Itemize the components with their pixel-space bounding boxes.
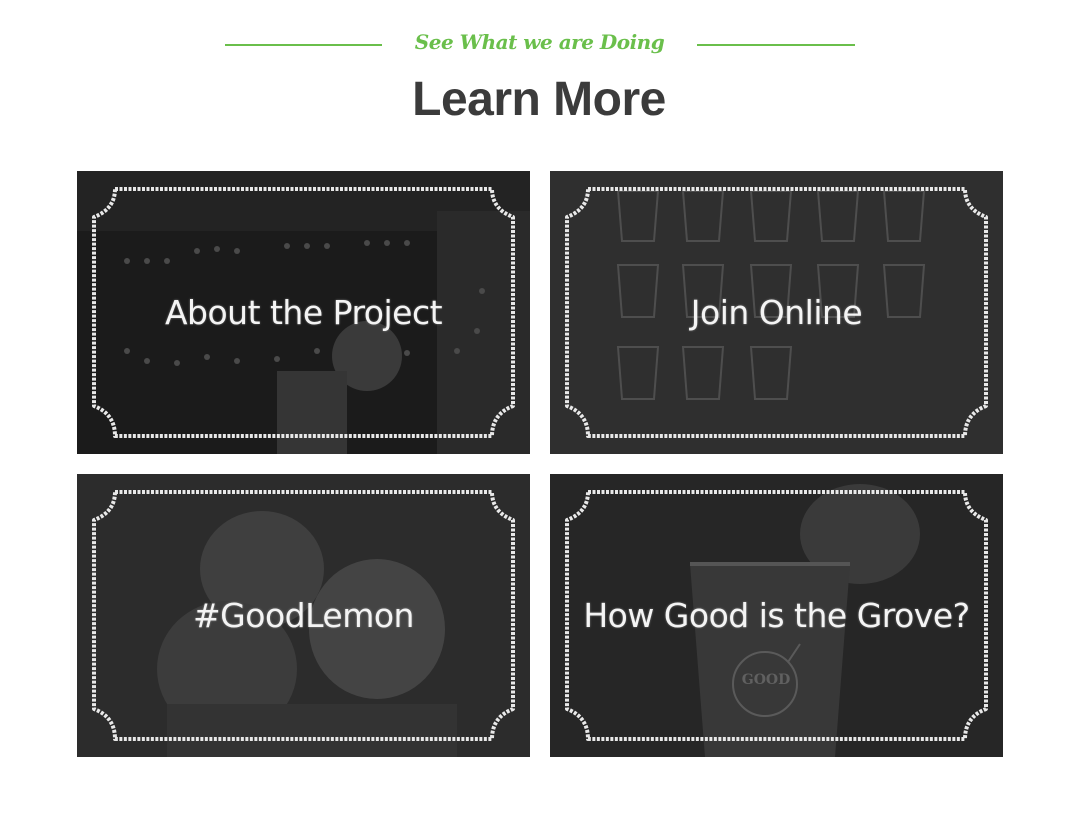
card-goodlemon[interactable]: #GoodLemon	[77, 474, 530, 757]
card-label: About the Project	[164, 293, 443, 332]
section-title: Learn More	[412, 73, 666, 126]
tagline-rule-left	[225, 44, 382, 46]
section-header: See What we are Doing Learn More	[0, 0, 1078, 150]
card-join-online[interactable]: Join Online	[550, 171, 1003, 454]
card-label: How Good is the Grove?	[583, 596, 970, 635]
section-tagline: See What we are Doing	[414, 30, 665, 54]
tagline-rule-right	[697, 44, 855, 46]
card-how-good-is-the-grove[interactable]: GOOD How Good is the Grove?	[550, 474, 1003, 757]
card-about-the-project[interactable]: About the Project	[77, 171, 530, 454]
card-label: #GoodLemon	[193, 596, 414, 635]
card-label: Join Online	[690, 293, 863, 332]
